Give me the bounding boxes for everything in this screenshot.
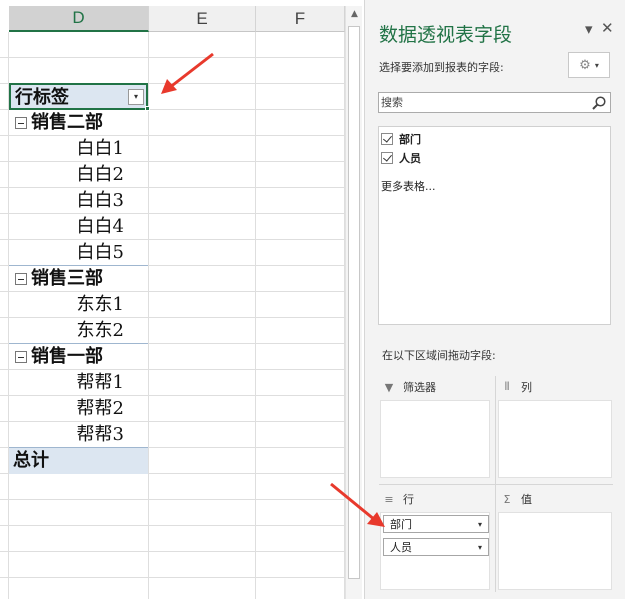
pivot-item-row[interactable]: 白白4 (9, 214, 148, 240)
field-list: 部门 人员 更多表格... (378, 126, 611, 325)
row-labels-filter-button[interactable]: ▾ (128, 89, 144, 105)
pane-menu-dropdown-icon[interactable]: ▾ (585, 20, 593, 38)
pivot-item-row[interactable]: 白白3 (9, 188, 148, 214)
rows-icon: ≡ (384, 492, 394, 506)
gear-icon: ⚙ (579, 57, 591, 73)
pivot-group-label: 销售二部 (31, 112, 103, 133)
field-item-department[interactable]: 部门 (381, 130, 421, 148)
chip-label: 部门 (390, 518, 412, 531)
gridline-vertical (148, 32, 149, 599)
columns-area-label: 列 (521, 381, 532, 394)
pivot-item-row[interactable]: 东东2 (9, 318, 148, 344)
pane-title: 数据透视表字段 (379, 24, 513, 46)
search-input[interactable] (379, 93, 591, 112)
scroll-up-arrow-icon[interactable]: ▲ (347, 6, 362, 23)
columns-drop-area[interactable] (498, 400, 612, 478)
values-area-label: 值 (521, 493, 532, 506)
field-list-settings-button[interactable]: ⚙ ▾ (568, 52, 610, 78)
field-checkbox[interactable] (381, 152, 393, 164)
pivot-group-row[interactable]: 销售三部 (9, 266, 148, 292)
field-item-staff[interactable]: 人员 (381, 149, 421, 167)
close-icon[interactable]: ✕ (601, 19, 614, 37)
filters-area-header: ▼ 筛选器 (383, 376, 436, 398)
filters-area-label: 筛选器 (403, 381, 436, 394)
choose-fields-label: 选择要添加到报表的字段: (379, 61, 504, 74)
chevron-down-icon[interactable]: ▾ (478, 543, 482, 552)
pivot-item-row[interactable]: 帮帮2 (9, 396, 148, 422)
pivot-field-list-pane: 数据透视表字段 ▾ ✕ 选择要添加到报表的字段: ⚙ ▾ 部门 人员 更多表格.… (364, 0, 625, 599)
pivot-item-row[interactable]: 白白5 (9, 240, 148, 266)
chip-label: 人员 (390, 541, 412, 554)
spreadsheet-grid[interactable]: D E F 行标签 ▾ 销售二部 白白1 白白2 白白3 白白4 白白5 销售三… (0, 0, 345, 599)
pivot-item-row[interactable]: 帮帮1 (9, 370, 148, 396)
search-icon[interactable] (591, 95, 607, 111)
column-header-e[interactable]: E (149, 6, 256, 32)
gridline-horizontal (0, 577, 345, 578)
columns-area-header: ⦀ 列 (501, 376, 532, 398)
pivot-row-labels-header[interactable]: 行标签 ▾ (9, 83, 148, 110)
pivot-grand-total-row[interactable]: 总计 (9, 448, 148, 474)
gridline-horizontal (0, 499, 345, 500)
filters-drop-area[interactable] (380, 400, 490, 478)
chevron-down-icon: ▾ (594, 60, 599, 70)
field-checkbox[interactable] (381, 133, 393, 145)
search-box[interactable] (378, 92, 611, 113)
drag-fields-label: 在以下区域间拖动字段: (382, 349, 496, 362)
gridline-horizontal (0, 551, 345, 552)
pivot-item-row[interactable]: 东东1 (9, 292, 148, 318)
sigma-icon: Σ (503, 492, 511, 506)
values-drop-area[interactable] (498, 512, 612, 590)
column-header-d[interactable]: D (9, 6, 149, 32)
pivot-header-label: 行标签 (15, 87, 69, 108)
pivot-group-row[interactable]: 销售二部 (9, 110, 148, 136)
collapse-minus-icon[interactable] (15, 117, 27, 129)
row-field-chip-staff[interactable]: 人员 ▾ (383, 538, 489, 556)
column-header-f[interactable]: F (256, 6, 345, 32)
row-header-edge (0, 32, 9, 599)
area-divider-horizontal (379, 484, 613, 485)
gridline-horizontal (0, 525, 345, 526)
pivot-item-row[interactable]: 白白1 (9, 136, 148, 162)
gridline-horizontal (0, 57, 345, 58)
field-label: 部门 (399, 133, 421, 146)
pivot-group-label: 销售三部 (31, 268, 103, 289)
pivot-group-row[interactable]: 销售一部 (9, 344, 148, 370)
rows-area-header: ≡ 行 (383, 488, 414, 510)
pivot-item-row[interactable]: 白白2 (9, 162, 148, 188)
more-tables-link[interactable]: 更多表格... (381, 178, 436, 194)
collapse-minus-icon[interactable] (15, 351, 27, 363)
vertical-scrollbar[interactable]: ▲ (345, 6, 362, 599)
scrollbar-thumb[interactable] (348, 26, 360, 579)
filter-icon: ▼ (384, 380, 394, 394)
values-area-header: Σ 值 (501, 488, 532, 510)
field-label: 人员 (399, 152, 421, 165)
chevron-down-icon[interactable]: ▾ (478, 520, 482, 529)
collapse-minus-icon[interactable] (15, 273, 27, 285)
row-field-chip-department[interactable]: 部门 ▾ (383, 515, 489, 533)
pivot-item-row[interactable]: 帮帮3 (9, 422, 148, 448)
columns-icon: ⦀ (504, 380, 510, 393)
gridline-vertical (255, 32, 256, 599)
pivot-group-label: 销售一部 (31, 346, 103, 367)
rows-area-label: 行 (403, 493, 414, 506)
